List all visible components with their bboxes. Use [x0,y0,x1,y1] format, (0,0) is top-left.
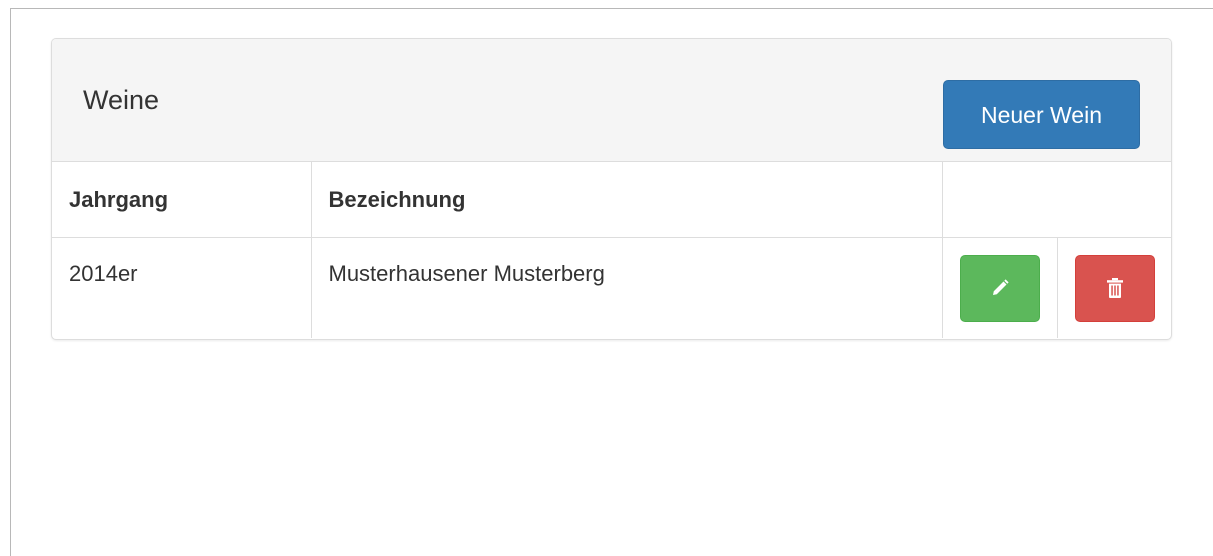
wines-panel: Weine Neuer Wein Jahrgang Bezeichnung 20… [51,38,1172,340]
column-header-bezeichnung: Bezeichnung [311,162,943,238]
trash-icon [1106,278,1123,298]
column-header-actions [942,162,1171,238]
window-frame: Weine Neuer Wein Jahrgang Bezeichnung 20… [10,8,1213,556]
edit-button[interactable] [959,254,1040,322]
delete-button[interactable] [1074,254,1155,322]
panel-heading: Weine Neuer Wein [52,39,1171,162]
column-header-jahrgang: Jahrgang [52,162,312,238]
cell-edit [942,237,1058,338]
cell-bezeichnung: Musterhausener Musterberg [311,237,943,338]
new-wine-button[interactable]: Neuer Wein [943,80,1140,149]
panel-title: Weine [83,85,160,115]
wines-table: Jahrgang Bezeichnung 2014er Musterhausen… [52,162,1171,338]
cell-jahrgang: 2014er [52,237,312,338]
table-header-row: Jahrgang Bezeichnung [52,162,1171,238]
table-row: 2014er Musterhausener Musterberg [52,237,1171,338]
cell-delete [1057,237,1171,338]
pencil-icon [992,279,1009,295]
